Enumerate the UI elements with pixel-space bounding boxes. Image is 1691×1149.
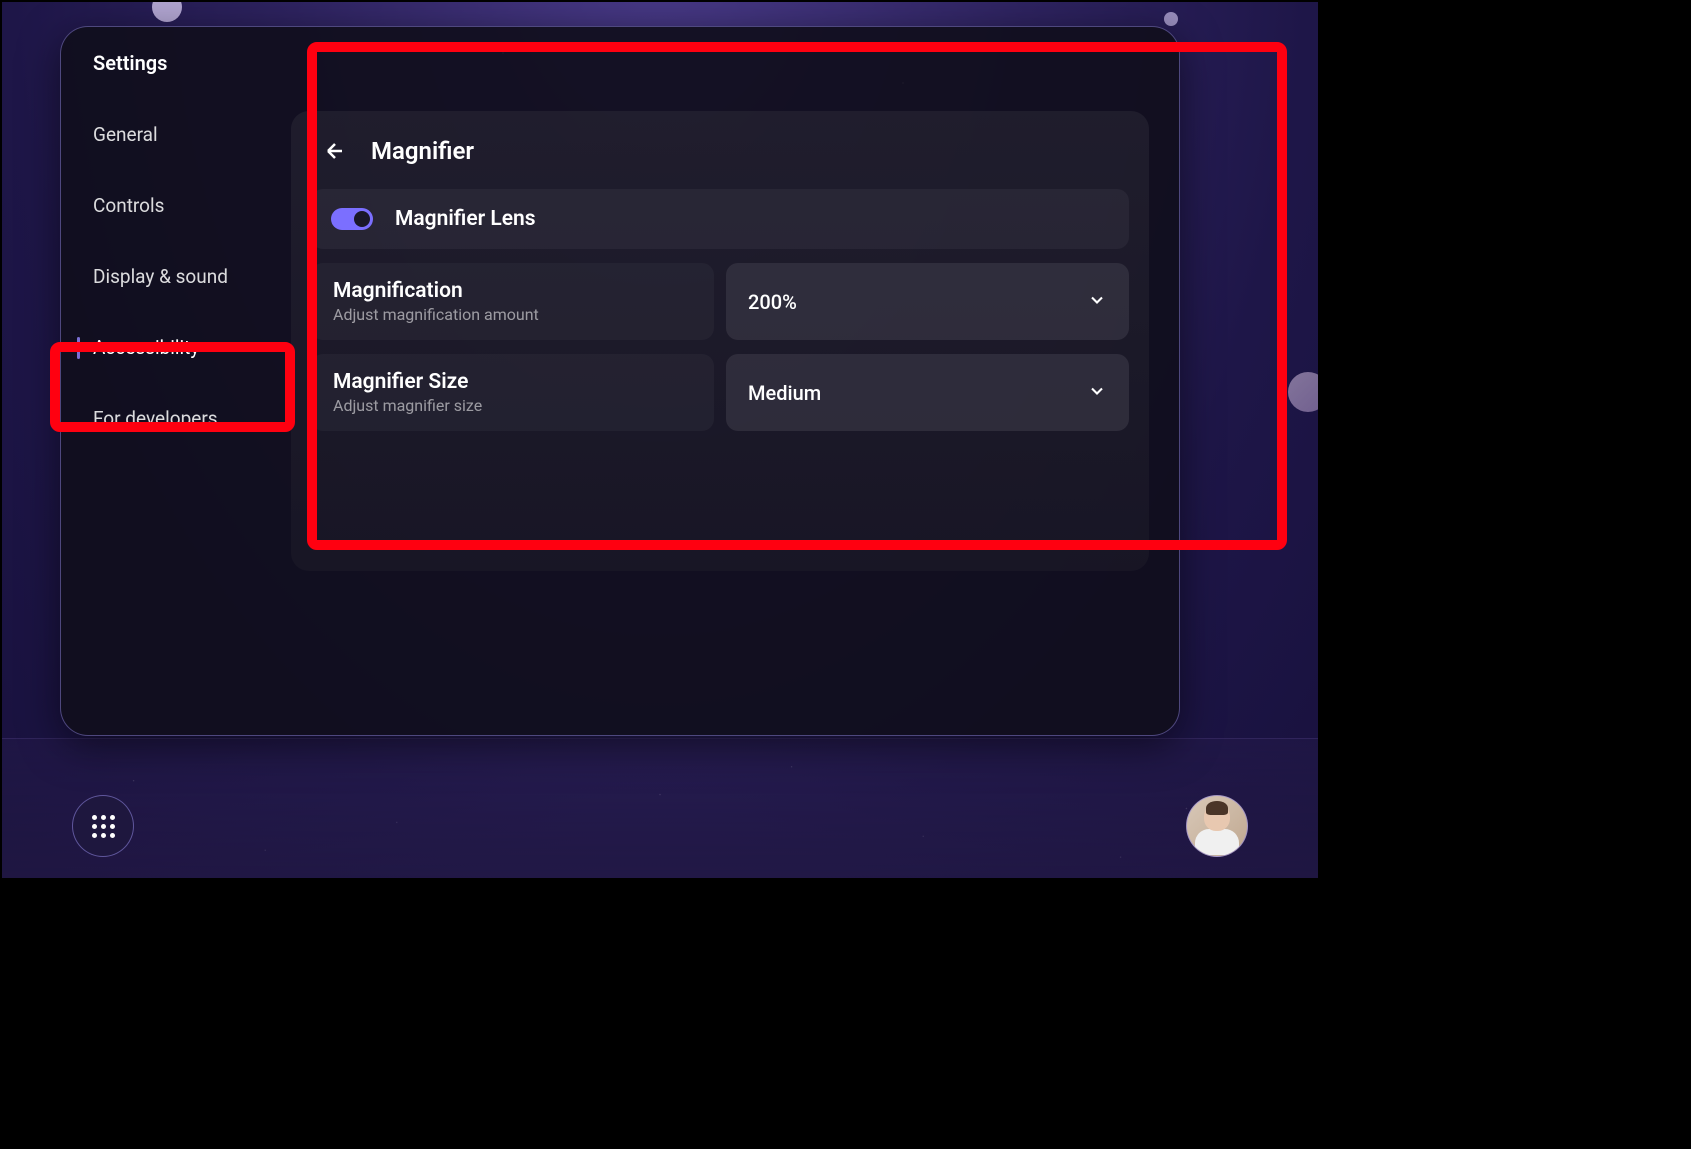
magnifier-size-dropdown[interactable]: Medium [726,354,1129,431]
arrow-left-icon [323,139,347,163]
sidebar-item-label: Controls [93,194,164,217]
sidebar-item-for-developers[interactable]: For developers [61,383,281,454]
magnifier-size-title: Magnifier Size [333,370,692,394]
decoration-planet [1288,372,1320,412]
magnification-info: Magnification Adjust magnification amoun… [311,263,714,340]
magnification-description: Adjust magnification amount [333,305,692,324]
avatar-button[interactable] [1186,795,1248,857]
decoration-moon-small [1164,12,1178,26]
chevron-down-icon [1087,290,1107,314]
app-window: Settings General Controls Display & soun… [0,0,1320,880]
sidebar-item-controls[interactable]: Controls [61,170,281,241]
settings-body: General Controls Display & sound Accessi… [61,91,1179,736]
magnification-value: 200% [748,290,797,314]
magnifier-lens-label: Magnifier Lens [395,207,536,231]
magnifier-panel: Magnifier Magnifier Lens Magnification A [291,111,1149,571]
toggle-knob [354,211,370,227]
magnifier-lens-toggle[interactable] [331,208,373,230]
sidebar-item-general[interactable]: General [61,99,281,170]
sidebar-item-label: For developers [93,407,218,430]
magnification-dropdown[interactable]: 200% [726,263,1129,340]
back-button[interactable] [321,137,349,165]
content-area: Magnifier Magnifier Lens Magnification A [281,91,1179,736]
panel-title: Magnifier [371,137,474,165]
sidebar-item-label: General [93,123,158,146]
apps-grid-icon [92,815,115,838]
magnifier-size-row: Magnifier Size Adjust magnifier size Med… [311,354,1129,431]
magnification-row: Magnification Adjust magnification amoun… [311,263,1129,340]
magnifier-lens-row[interactable]: Magnifier Lens [311,189,1129,249]
magnifier-size-info: Magnifier Size Adjust magnifier size [311,354,714,431]
apps-button[interactable] [72,795,134,857]
magnifier-size-description: Adjust magnifier size [333,396,692,415]
settings-window: Settings General Controls Display & soun… [60,26,1180,736]
magnifier-size-value: Medium [748,381,821,405]
sidebar-item-display-sound[interactable]: Display & sound [61,241,281,312]
sidebar: General Controls Display & sound Accessi… [61,91,281,736]
decoration-moon [152,0,182,22]
sidebar-item-accessibility[interactable]: Accessibility [61,312,281,383]
avatar-icon [1192,801,1242,856]
bottom-bar [2,786,1318,866]
sidebar-item-label: Display & sound [93,265,228,288]
settings-title: Settings [93,51,1147,75]
chevron-down-icon [1087,381,1107,405]
settings-header: Settings [61,27,1179,91]
sidebar-item-label: Accessibility [93,336,199,359]
panel-header: Magnifier [291,129,1149,189]
magnification-title: Magnification [333,279,692,303]
